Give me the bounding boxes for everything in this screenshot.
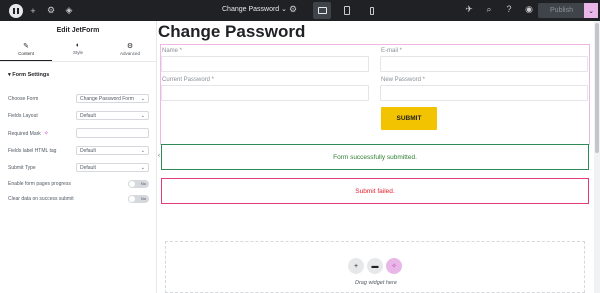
new-password-field[interactable]: [380, 85, 588, 101]
chevron-down-icon: ⌄: [140, 164, 145, 171]
clear-data-toggle[interactable]: No: [128, 195, 149, 203]
enable-progress-toggle[interactable]: No: [128, 180, 149, 188]
gear-icon: ⚙: [126, 43, 134, 50]
page-select[interactable]: Change Password ⌄: [222, 5, 287, 13]
submit-type-value: Default: [80, 164, 96, 171]
submit-type-select[interactable]: Default ⌄: [76, 163, 149, 172]
name-label: Name *: [162, 48, 183, 54]
folder-icon[interactable]: ▬: [367, 258, 383, 274]
eye-icon[interactable]: ◉: [519, 4, 539, 15]
desktop-icon[interactable]: [313, 2, 331, 19]
email-label: E-mail *: [381, 48, 403, 54]
name-field[interactable]: [161, 56, 369, 72]
success-message: Form successfully submitted.: [161, 144, 589, 170]
ai-sparkle-icon[interactable]: ✧: [386, 258, 402, 274]
chevron-down-icon: ⌄: [281, 6, 288, 13]
fields-label-tag-value: Default: [80, 147, 96, 154]
submit-type-label: Submit Type: [8, 165, 36, 171]
toggle-knob: [129, 181, 135, 187]
chevron-down-icon: ⌄: [140, 147, 145, 154]
fields-label-tag-select[interactable]: Default ⌄: [76, 146, 149, 155]
chevron-down-icon: ⌄: [140, 112, 145, 119]
canvas-scrollbar[interactable]: [594, 21, 600, 293]
choose-form-value: Change Password Form: [80, 95, 134, 102]
add-section-icon[interactable]: +: [348, 258, 364, 274]
rocket-icon[interactable]: ✈: [459, 4, 479, 15]
fields-layout-value: Default: [80, 112, 96, 119]
clear-data-label: Clear data on success submit: [8, 196, 74, 202]
choose-form-select[interactable]: Change Password Form ⌄: [76, 94, 149, 103]
add-icon[interactable]: +: [25, 6, 41, 16]
publish-options-chevron-icon[interactable]: ⌄: [584, 3, 598, 18]
collapse-panel-icon[interactable]: ‹: [158, 153, 160, 159]
current-password-label: Current Password *: [162, 77, 215, 83]
submit-button[interactable]: SUBMIT: [381, 107, 437, 130]
fields-layout-label: Fields Layout: [8, 113, 38, 119]
form-settings-section[interactable]: ▾ Form Settings: [8, 72, 156, 78]
fail-message: Submit failed.: [161, 178, 589, 204]
search-icon[interactable]: ⌕: [479, 4, 499, 15]
top-right-icons: ✈ ⌕ ? ◉: [459, 4, 539, 15]
current-password-field[interactable]: [161, 85, 369, 101]
tab-style[interactable]: ◐ Style: [52, 42, 104, 61]
tab-style-label: Style: [72, 50, 83, 55]
choose-form-label: Choose Form: [8, 96, 39, 102]
help-icon[interactable]: ?: [499, 4, 519, 15]
new-password-label: New Password *: [381, 77, 426, 83]
elementor-logo[interactable]: [9, 3, 23, 18]
toggle-knob: [129, 196, 135, 202]
scrollbar-thumb[interactable]: [595, 23, 599, 153]
editor-panel: Edit JetForm ✎ Content ◐ Style ⚙ Advance…: [0, 21, 157, 293]
enable-progress-label: Enable form pages progress: [8, 181, 71, 187]
page-name: Change Password: [222, 6, 280, 13]
required-mark-label: Required Mark ✧: [8, 130, 49, 137]
chevron-down-icon: ⌄: [140, 95, 145, 102]
email-field[interactable]: [380, 56, 588, 72]
tab-advanced-label: Advanced: [119, 51, 140, 56]
panel-tabs: ✎ Content ◐ Style ⚙ Advanced: [0, 42, 156, 62]
fields-label-tag-label: Fields label HTML tag: [8, 148, 57, 154]
drag-widget-text: Drag widget here: [355, 280, 397, 286]
page-settings-icon[interactable]: ⚙: [289, 4, 297, 15]
panel-title: Edit JetForm: [56, 27, 100, 34]
ai-sparkle-icon: ✧: [43, 130, 49, 137]
fields-layout-select[interactable]: Default ⌄: [76, 111, 149, 120]
mobile-icon[interactable]: [363, 2, 381, 19]
device-switcher: [313, 2, 388, 19]
layers-icon[interactable]: ◈: [61, 5, 77, 16]
half-circle-icon: ◐: [75, 42, 81, 49]
toggle-state: No: [140, 196, 146, 201]
required-mark-input[interactable]: [76, 128, 149, 138]
tablet-icon[interactable]: [338, 2, 356, 19]
publish-button[interactable]: Publish: [538, 3, 585, 18]
tab-content[interactable]: ✎ Content: [0, 42, 52, 61]
toggle-state: No: [140, 181, 146, 186]
section-title: Form Settings: [12, 72, 50, 78]
tab-advanced[interactable]: ⚙ Advanced: [104, 42, 156, 61]
pencil-icon: ✎: [23, 43, 29, 50]
tab-content-label: Content: [18, 51, 34, 56]
sliders-icon[interactable]: ⚙: [43, 5, 59, 16]
page-heading: Change Password: [158, 22, 306, 41]
dropzone-actions: + ▬ ✧: [348, 258, 405, 274]
